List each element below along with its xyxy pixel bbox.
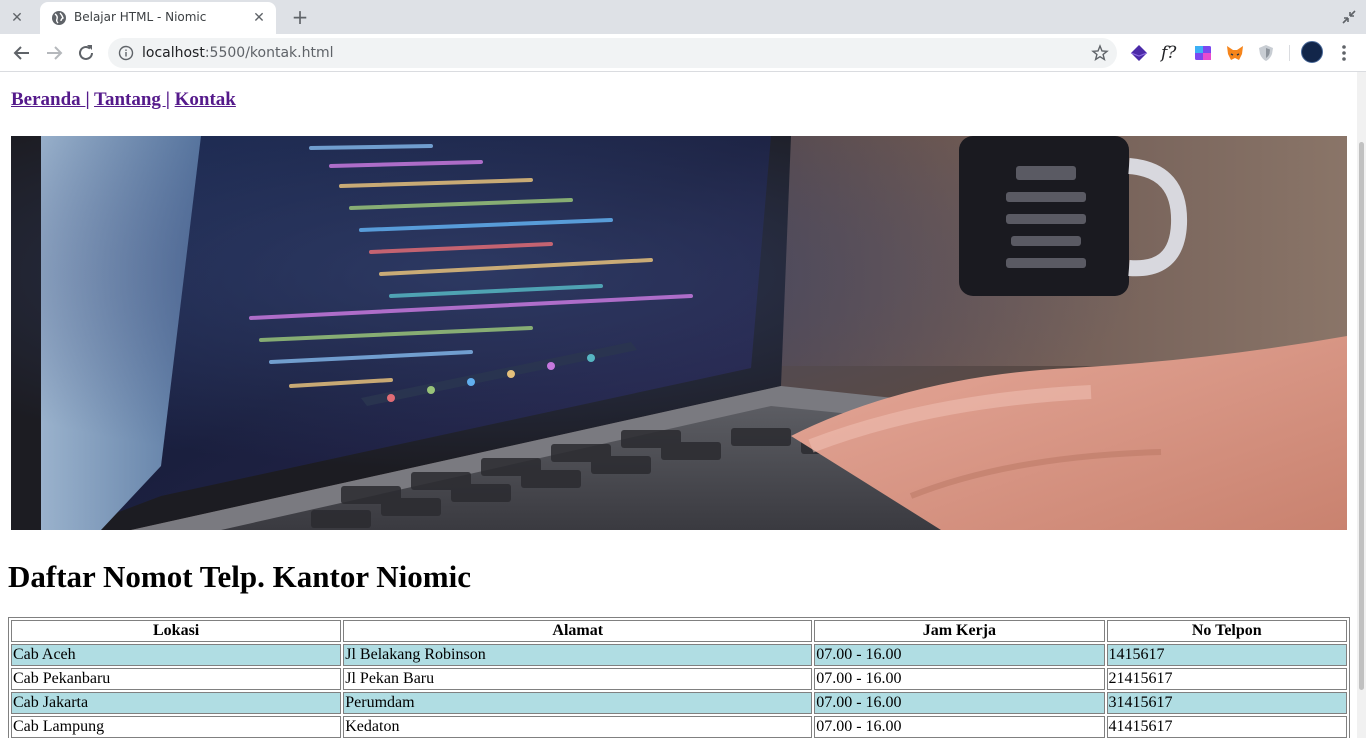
kebab-menu-icon[interactable]	[1336, 43, 1352, 63]
cell-no-telpon: 41415617	[1106, 716, 1347, 738]
table-row: Cab Lampung Kedaton 07.00 - 16.00 414156…	[11, 716, 1347, 738]
nav-link-beranda[interactable]: Beranda |	[11, 89, 90, 110]
star-icon[interactable]	[1091, 44, 1109, 62]
nav-link-tantang-label: Tantang	[94, 89, 166, 110]
table-header-row: Lokasi Alamat Jam Kerja No Telpon	[11, 620, 1347, 642]
shield-extension-icon[interactable]	[1256, 43, 1276, 63]
back-arrow-icon[interactable]	[10, 41, 34, 65]
cell-alamat: Jl Belakang Robinson	[343, 644, 813, 666]
close-icon[interactable]: ✕	[7, 8, 27, 28]
office-phone-table: Lokasi Alamat Jam Kerja No Telpon Cab Ac…	[8, 617, 1350, 738]
nav-separator: |	[85, 89, 90, 110]
globe-icon	[52, 11, 66, 25]
table-row: Cab Jakarta Perumdam 07.00 - 16.00 31415…	[11, 692, 1347, 714]
browser-toolbar: localhost:5500/kontak.html f?	[0, 34, 1366, 72]
column-header-alamat: Alamat	[343, 620, 813, 642]
info-icon[interactable]	[118, 45, 134, 61]
cell-jam-kerja: 07.00 - 16.00	[814, 668, 1105, 690]
nav-link-tantang[interactable]: Tantang |	[94, 89, 170, 110]
browser-tab[interactable]: Belajar HTML - Niomic ✕	[40, 2, 276, 34]
address-bar[interactable]: localhost:5500/kontak.html	[108, 38, 1117, 68]
contact-table: Lokasi Alamat Jam Kerja No Telpon Cab Ac…	[8, 617, 1350, 738]
cell-alamat: Jl Pekan Baru	[343, 668, 813, 690]
column-header-lokasi: Lokasi	[11, 620, 342, 642]
cell-jam-kerja: 07.00 - 16.00	[814, 692, 1105, 714]
cell-no-telpon: 31415617	[1106, 692, 1347, 714]
vertical-scrollbar[interactable]	[1357, 72, 1366, 738]
column-header-jam-kerja: Jam Kerja	[814, 620, 1105, 642]
table-row: Cab Pekanbaru Jl Pekan Baru 07.00 - 16.0…	[11, 668, 1347, 690]
cell-alamat: Kedaton	[343, 716, 813, 738]
cell-jam-kerja: 07.00 - 16.00	[814, 644, 1105, 666]
tab-strip: ✕ Belajar HTML - Niomic ✕ +	[0, 0, 1366, 34]
page-heading: Daftar Nomot Telp. Kantor Niomic	[8, 559, 471, 594]
scrollbar-thumb[interactable]	[1359, 142, 1364, 690]
reload-icon[interactable]	[74, 41, 98, 65]
toolbar-separator	[1289, 45, 1290, 61]
table-row: Cab Aceh Jl Belakang Robinson 07.00 - 16…	[11, 644, 1347, 666]
cell-lokasi: Cab Aceh	[11, 644, 342, 666]
cell-jam-kerja: 07.00 - 16.00	[814, 716, 1105, 738]
metamask-fox-extension-icon[interactable]	[1225, 43, 1245, 63]
fonts-ninja-extension-icon[interactable]: f?	[1161, 43, 1181, 63]
window-resizer-extension-icon[interactable]	[1193, 43, 1213, 63]
page-viewport: Beranda | Tantang | Kontak Daftar Nomot …	[0, 72, 1366, 738]
nav-separator: |	[165, 89, 170, 110]
cell-alamat: Perumdam	[343, 692, 813, 714]
purple-cube-extension-icon[interactable]	[1129, 43, 1149, 63]
url-path: :5500/kontak.html	[204, 45, 334, 61]
cell-no-telpon: 1415617	[1106, 644, 1347, 666]
cell-lokasi: Cab Pekanbaru	[11, 668, 342, 690]
url-text: localhost:5500/kontak.html	[142, 45, 333, 61]
profile-avatar[interactable]	[1301, 41, 1323, 63]
column-header-no-telpon: No Telpon	[1106, 620, 1347, 642]
url-host: localhost	[142, 45, 205, 61]
nav-link-kontak[interactable]: Kontak	[175, 89, 236, 110]
tab-close-icon[interactable]: ✕	[250, 9, 268, 27]
cell-no-telpon: 21415617	[1106, 668, 1347, 690]
cell-lokasi: Cab Jakarta	[11, 692, 342, 714]
tab-title: Belajar HTML - Niomic	[74, 10, 207, 24]
nav-link-beranda-label: Beranda	[11, 89, 86, 110]
site-nav: Beranda | Tantang | Kontak	[11, 89, 236, 111]
hero-laptop-photo	[11, 136, 1347, 530]
restore-window-icon[interactable]	[1340, 8, 1358, 26]
forward-arrow-icon[interactable]	[42, 41, 66, 65]
cell-lokasi: Cab Lampung	[11, 716, 342, 738]
new-tab-plus-icon[interactable]: +	[288, 6, 312, 28]
